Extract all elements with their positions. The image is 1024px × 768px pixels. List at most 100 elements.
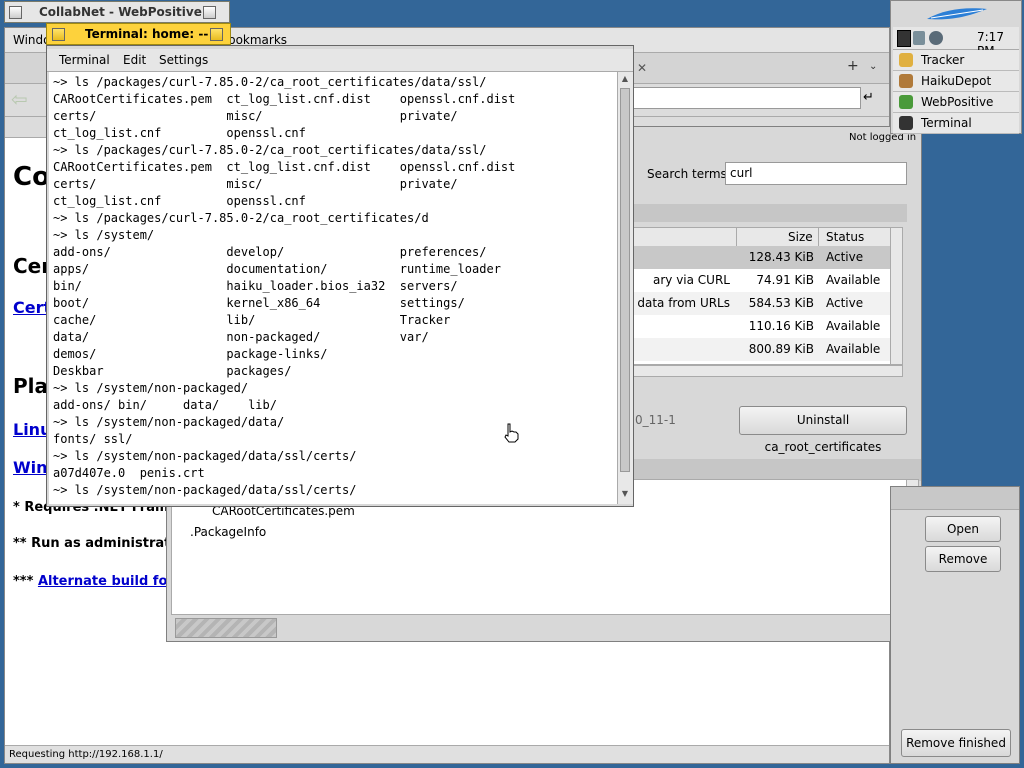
deskbar-item-label: Terminal [921,116,972,130]
scroll-up-arrow-icon[interactable]: ▲ [619,73,631,85]
terminal-line: add-ons/ develop/ preferences/ [53,245,487,259]
menu-terminal[interactable]: Terminal [59,53,110,67]
package-description: g data from URLs [633,296,730,310]
url-input[interactable] [633,87,861,109]
deskbar-item-label: WebPositive [921,95,994,109]
tree-item-label: .PackageInfo [190,525,267,539]
terminal-line: demos/ package-links/ [53,347,328,361]
open-label: Open [946,522,980,536]
browser-title: CollabNet - WebPositive [39,5,202,19]
package-row[interactable]: 110.16 KiB Available [634,315,890,338]
terminal-line: apps/ documentation/ runtime_loader [53,262,501,276]
close-icon[interactable] [52,28,65,41]
column-divider [736,228,737,246]
tab-close-icon[interactable]: ✕ [637,61,647,75]
package-size: 584.53 KiB [748,296,814,310]
terminal-line: boot/ kernel_x86_64 settings/ [53,296,465,310]
terminal-title-tab[interactable]: Terminal: home: -- [46,23,231,45]
network-icon[interactable] [913,31,925,45]
package-list[interactable]: Size Status 128.43 KiB Active ary via CURL… [633,227,903,365]
menu-settings[interactable]: Settings [159,53,208,67]
zoom-icon[interactable] [203,6,216,19]
volume-icon[interactable] [929,31,943,45]
remove-finished-label: Remove finished [906,736,1006,750]
terminal-line: CARootCertificates.pem ct_log_list.cnf.d… [53,160,516,174]
terminal-menubar: Terminal Edit Settings [47,49,633,72]
package-status: Active [826,250,864,264]
terminal-scrollbar[interactable]: ▲ ▼ [617,72,633,504]
package-size: 800.89 KiB [748,342,814,356]
deskbar-item-webpositive[interactable]: WebPositive [893,92,1019,113]
column-size[interactable]: Size [788,230,813,244]
terminal-line: ~> ls /packages/curl-7.85.0-2/ca_root_ce… [53,143,487,157]
progress-bar [175,618,277,638]
page-heading: Co [13,162,50,192]
package-icon [899,74,913,88]
search-label: Search terms: [647,167,731,181]
package-list-header-bar [633,204,907,222]
deskbar-item-terminal[interactable]: Terminal [893,113,1019,134]
note-alt-prefix: *** [13,574,34,589]
terminal-line: ~> ls /system/non-packaged/data/ [53,415,285,429]
tab-menu-button[interactable]: ⌄ [869,61,877,72]
package-description: ary via CURL [653,273,730,287]
remove-button[interactable]: Remove [925,546,1001,572]
deskbar-item-tracker[interactable]: Tracker [893,50,1019,71]
terminal-line: certs/ misc/ private/ [53,109,458,123]
remove-finished-button[interactable]: Remove finished [901,729,1011,757]
package-row[interactable]: 800.89 KiB Available [634,338,890,361]
package-list-hscroll[interactable] [633,365,903,377]
package-size: 74.91 KiB [756,273,814,287]
terminal-line: ct_log_list.cnf openssl.cnf [53,126,306,140]
back-arrow-icon[interactable]: ⇦ [11,88,37,110]
scroll-down-arrow-icon[interactable]: ▼ [619,488,631,500]
globe-icon [899,95,913,109]
terminal-icon [899,116,913,130]
workspace-icon[interactable] [897,30,911,47]
tracker-icon [899,53,913,67]
new-tab-button[interactable]: + [847,58,859,74]
package-row[interactable]: g data from URLs 584.53 KiB Active [634,292,890,315]
terminal-line: cache/ lib/ Tracker [53,313,451,327]
terminal-line: a07d407e.0 penis.crt [53,466,205,480]
column-status[interactable]: Status [826,230,864,244]
deskbar: 7:17 PM Tracker HaikuDepot WebPositive Term… [890,0,1022,134]
package-status: Available [826,273,881,287]
remove-label: Remove [938,552,988,566]
package-row[interactable]: ary via CURL 74.91 KiB Available [634,269,890,292]
terminal-window: Terminal Edit Settings ~> ls /packages/c… [46,45,634,507]
terminal-line: ~> ls /system/non-packaged/data/ssl/cert… [53,483,357,497]
tree-item[interactable]: .PackageInfo [172,522,906,543]
package-status: Active [826,296,864,310]
terminal-line: CARootCertificates.pem ct_log_list.cnf.d… [53,92,516,106]
zoom-icon[interactable] [210,28,223,41]
terminal-line: ~> ls /packages/curl-7.85.0-2/ca_root_ce… [53,211,429,225]
terminal-output[interactable]: ~> ls /packages/curl-7.85.0-2/ca_root_ce… [49,72,617,504]
haiku-leaf-logo[interactable] [925,5,989,25]
uninstall-button[interactable]: Uninstall ca_root_certificates [739,406,907,454]
terminal-line: add-ons/ bin/ data/ lib/ [53,398,277,412]
terminal-line: certs/ misc/ private/ [53,177,458,191]
hand-cursor-icon [503,423,521,446]
close-icon[interactable] [9,6,22,19]
terminal-line: Deskbar packages/ [53,364,292,378]
column-divider [818,228,819,246]
search-input[interactable]: curl [725,162,907,185]
scroll-thumb[interactable] [620,88,630,472]
uninstall-label: Uninstall ca_root_certificates [764,413,882,454]
terminal-title: Terminal: home: -- [85,27,209,41]
package-row[interactable]: 128.43 KiB Active [634,246,890,269]
browser-title-tab[interactable]: CollabNet - WebPositive [4,1,230,23]
package-list-scrollbar[interactable] [890,228,902,364]
package-status: Available [826,342,881,356]
package-list-header: Size Status [634,228,890,247]
go-enter-icon[interactable]: ↵ [863,90,874,105]
terminal-line: ct_log_list.cnf openssl.cnf [53,194,306,208]
status-text: Requesting http://192.168.1.1/ [9,749,163,760]
terminal-line: data/ non-packaged/ var/ [53,330,429,344]
package-size: 128.43 KiB [748,250,814,264]
menu-edit[interactable]: Edit [123,53,146,67]
open-button[interactable]: Open [925,516,1001,542]
terminal-line: ~> ls /system/ [53,228,155,242]
deskbar-item-haikudepot[interactable]: HaikuDepot [893,71,1019,92]
